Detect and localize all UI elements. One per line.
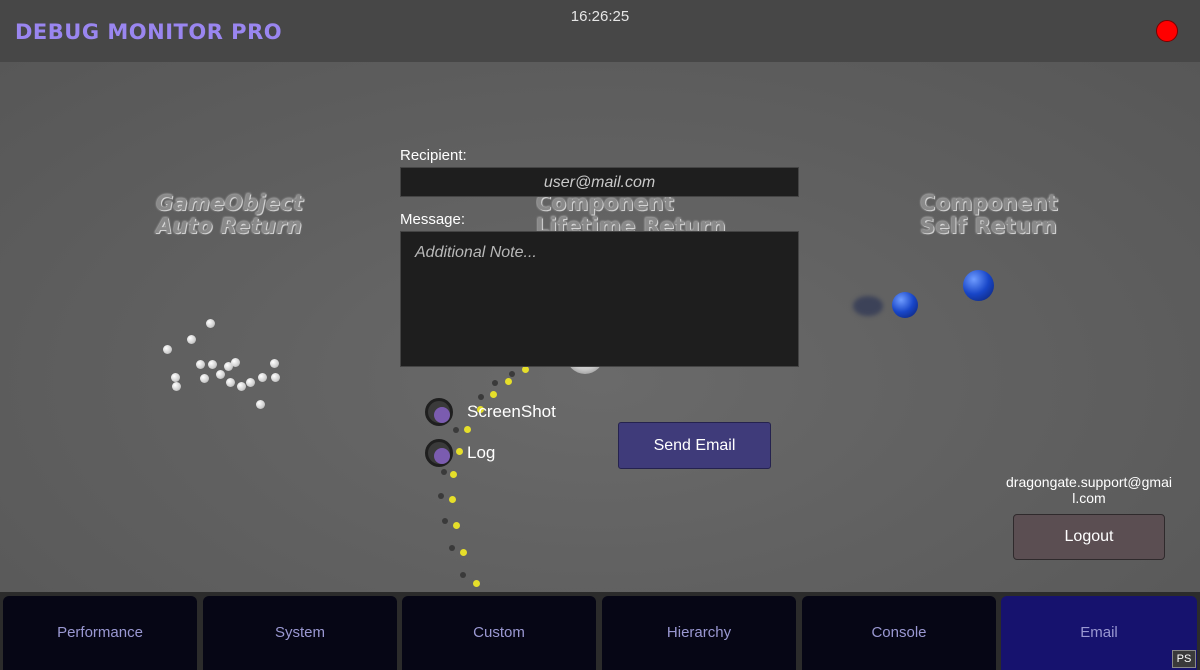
trajectory-dot: [449, 496, 456, 503]
particle: [237, 382, 246, 391]
particle: [187, 335, 196, 344]
particle: [216, 370, 225, 379]
particle: [256, 400, 265, 409]
tab-performance[interactable]: Performance: [3, 596, 197, 670]
trajectory-shadow: [438, 493, 444, 499]
trajectory-dot: [505, 378, 512, 385]
header-bar: DEBUG MONITOR PRO 16:26:25: [0, 0, 1200, 62]
send-email-button[interactable]: Send Email: [618, 422, 771, 469]
trajectory-shadow: [478, 394, 484, 400]
blue-ball: [963, 270, 994, 301]
clock: 16:26:25: [570, 8, 630, 25]
tab-hierarchy[interactable]: Hierarchy: [602, 596, 796, 670]
particle: [196, 360, 205, 369]
particle: [258, 373, 267, 382]
particle: [172, 382, 181, 391]
trajectory-shadow: [442, 518, 448, 524]
scene-label-gameobject: GameObject Auto Return: [156, 191, 304, 238]
trajectory-shadow: [449, 545, 455, 551]
scene-label-lifetime: Component Lifetime Return: [536, 192, 726, 232]
message-label: Message:: [400, 211, 466, 228]
tab-system[interactable]: System: [203, 596, 397, 670]
trajectory-shadow: [492, 380, 498, 386]
particle: [226, 378, 235, 387]
recipient-input[interactable]: user@mail.com: [400, 167, 799, 197]
screenshot-option-label: ScreenShot: [467, 402, 556, 421]
log-option-label: Log: [467, 443, 496, 462]
ball-shadow: [853, 296, 883, 316]
particle: [270, 359, 279, 368]
particle: [163, 345, 172, 354]
trajectory-dot: [464, 426, 471, 433]
radio-checked-icon: [434, 407, 450, 423]
recipient-label: Recipient:: [400, 147, 467, 164]
particle: [171, 373, 180, 382]
trajectory-shadow: [453, 427, 459, 433]
particle: [271, 373, 280, 382]
trajectory-dot: [453, 522, 460, 529]
trajectory-dot: [473, 580, 480, 587]
radio-ring-icon[interactable]: [425, 439, 453, 467]
record-indicator-icon[interactable]: [1156, 20, 1178, 42]
ps-badge: PS: [1172, 650, 1196, 668]
scene-label-self: Component Self Return: [920, 191, 1059, 238]
tab-bar: Performance System Custom Hierarchy Cons…: [0, 592, 1200, 670]
blue-ball: [892, 292, 918, 318]
tab-email[interactable]: Email: [1001, 596, 1197, 670]
tab-custom[interactable]: Custom: [402, 596, 596, 670]
logout-button[interactable]: Logout: [1013, 514, 1165, 560]
particle: [206, 319, 215, 328]
radio-ring-icon[interactable]: [425, 398, 453, 426]
trajectory-dot: [456, 448, 463, 455]
account-email: dragongate.support@gmail.com: [1006, 474, 1172, 506]
particle: [208, 360, 217, 369]
trajectory-dot: [460, 549, 467, 556]
trajectory-dot: [522, 366, 529, 373]
trajectory-shadow: [509, 371, 515, 377]
trajectory-dot: [450, 471, 457, 478]
tab-console[interactable]: Console: [802, 596, 996, 670]
particle: [246, 378, 255, 387]
trajectory-dot: [490, 391, 497, 398]
particle: [200, 374, 209, 383]
radio-checked-icon: [434, 448, 450, 464]
trajectory-shadow: [441, 469, 447, 475]
message-textarea[interactable]: Additional Note...: [400, 231, 799, 367]
trajectory-shadow: [460, 572, 466, 578]
particle: [231, 358, 240, 367]
